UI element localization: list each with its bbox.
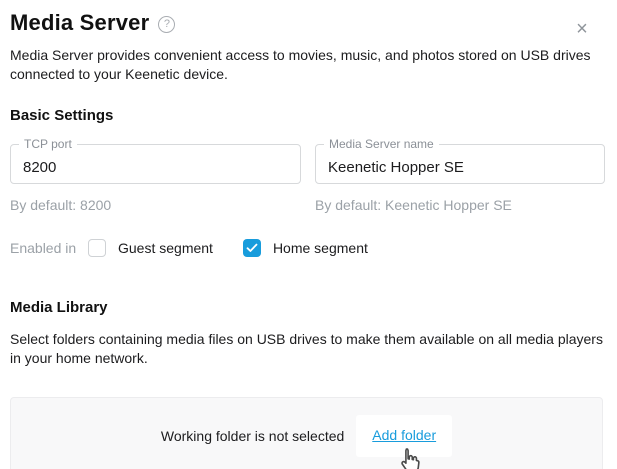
enabled-in-label: Enabled in [10, 240, 88, 256]
empty-state-text: Working folder is not selected [161, 428, 344, 444]
media-library-description: Select folders containing media files on… [10, 330, 605, 368]
home-segment-option[interactable]: Home segment [243, 239, 368, 257]
basic-settings-heading: Basic Settings [10, 107, 605, 124]
page-title: Media Server [10, 10, 149, 36]
tcp-port-label: TCP port [19, 137, 77, 151]
media-library-heading: Media Library [10, 299, 605, 316]
intro-text: Media Server provides convenient access … [10, 46, 600, 84]
enabled-in-row: Enabled in Guest segment Home segment [10, 239, 605, 257]
add-folder-link[interactable]: Add folder [372, 427, 436, 443]
media-library-panel: Working folder is not selected Add folde… [10, 397, 603, 469]
server-name-label: Media Server name [324, 137, 439, 151]
checkmark-icon [246, 243, 258, 253]
dialog-header: Media Server ? × [10, 10, 605, 36]
media-server-dialog: Media Server ? × Media Server provides c… [0, 0, 617, 469]
hand-cursor-icon [396, 446, 424, 469]
server-name-field-wrap: Media Server name [315, 144, 605, 184]
defaults-row: By default: 8200 By default: Keenetic Ho… [10, 197, 605, 213]
help-icon[interactable]: ? [158, 16, 175, 33]
tcp-port-field-wrap: TCP port [10, 144, 301, 184]
inputs-row: TCP port Media Server name [10, 144, 605, 184]
add-folder-highlight: Add folder [356, 415, 452, 457]
guest-segment-option[interactable]: Guest segment [88, 239, 213, 257]
home-segment-checkbox[interactable] [243, 239, 261, 257]
close-icon[interactable]: × [571, 18, 593, 40]
server-name-default-hint: By default: Keenetic Hopper SE [315, 197, 512, 213]
guest-segment-label[interactable]: Guest segment [118, 240, 213, 256]
tcp-port-default-hint: By default: 8200 [10, 197, 315, 213]
home-segment-label[interactable]: Home segment [273, 240, 368, 256]
guest-segment-checkbox[interactable] [88, 239, 106, 257]
